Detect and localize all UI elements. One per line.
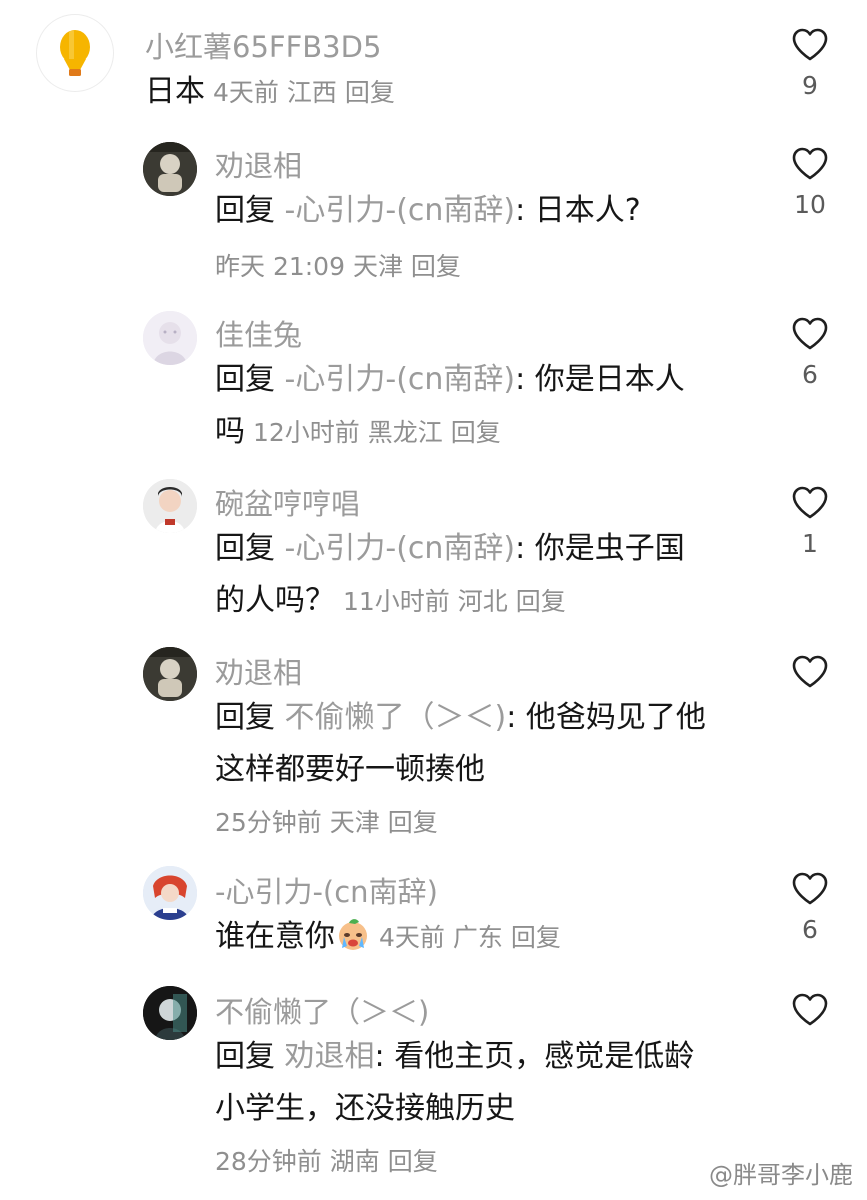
avatar-image bbox=[143, 479, 197, 533]
reply-button[interactable]: 回复 bbox=[511, 923, 561, 952]
watermark: @胖哥李小鹿 bbox=[709, 1161, 853, 1189]
reply-prefix: 回复 bbox=[215, 193, 275, 228]
comment-body: 回复 劝退相: 看他主页，感觉是低龄 小学生，还没接触历史 bbox=[215, 1031, 755, 1135]
avatar[interactable] bbox=[143, 866, 197, 920]
comment-meta: 11小时前 河北 回复 bbox=[343, 587, 566, 616]
comment-text: : 他爸妈见了他 bbox=[506, 700, 706, 735]
avatar-image bbox=[143, 311, 197, 365]
hot-air-balloon-icon bbox=[60, 30, 90, 76]
comment-username[interactable]: 不偷懒了（＞＜) bbox=[215, 989, 429, 1031]
comment-meta: 25分钟前 天津 回复 bbox=[215, 808, 438, 837]
comment-text-cont: 小学生，还没接触历史 bbox=[215, 1091, 515, 1126]
reply-button[interactable]: 回复 bbox=[451, 418, 501, 447]
avatar-image bbox=[143, 866, 197, 920]
like-button[interactable] bbox=[780, 654, 840, 698]
like-count: 1 bbox=[802, 529, 818, 558]
comment-text: : 看他主页，感觉是低龄 bbox=[374, 1039, 695, 1074]
comment-text: 谁在意你 bbox=[215, 919, 335, 954]
reply-prefix: 回复 bbox=[215, 1039, 275, 1074]
comment-text: : 你是日本人 bbox=[515, 362, 685, 397]
avatar-image bbox=[143, 986, 197, 1040]
comment-meta: 28分钟前 湖南 回复 bbox=[215, 1147, 438, 1176]
heart-outline-icon bbox=[792, 993, 828, 1026]
comment-meta: 4天前 江西 回复 bbox=[213, 78, 395, 107]
avatar-image bbox=[143, 647, 197, 701]
comment-body: 回复 -心引力-(cn南辞): 你是虫子国 的人吗？ 11小时前 河北 回复 bbox=[215, 523, 755, 628]
like-count: 9 bbox=[802, 71, 818, 100]
comment-meta: 4天前 广东 回复 bbox=[379, 923, 561, 952]
reply-button[interactable]: 回复 bbox=[388, 1147, 438, 1176]
reply-prefix: 回复 bbox=[215, 531, 275, 566]
comment-username[interactable]: 劝退相 bbox=[215, 143, 302, 185]
comment-username[interactable]: 佳佳兔 bbox=[215, 312, 302, 354]
comment-body: 回复 -心引力-(cn南辞): 你是日本人 吗 12小时前 黑龙江 回复 bbox=[215, 354, 755, 459]
reply-button[interactable]: 回复 bbox=[411, 252, 461, 281]
heart-outline-icon bbox=[792, 147, 828, 180]
avatar[interactable] bbox=[143, 986, 197, 1040]
avatar[interactable] bbox=[143, 311, 197, 365]
comment-text-cont: 吗 bbox=[215, 414, 245, 449]
like-count: 6 bbox=[802, 360, 818, 389]
heart-outline-icon bbox=[792, 655, 828, 688]
reply-button[interactable]: 回复 bbox=[388, 808, 438, 837]
like-button[interactable]: 10 bbox=[780, 146, 840, 219]
like-button[interactable]: 9 bbox=[780, 27, 840, 100]
avatar[interactable] bbox=[143, 142, 197, 196]
like-button[interactable] bbox=[780, 992, 840, 1036]
avatar[interactable] bbox=[36, 14, 114, 92]
comment-body: 日本 4天前 江西 回复 bbox=[145, 66, 395, 119]
comment-meta: 昨天 21:09 天津 回复 bbox=[215, 252, 461, 281]
comment-body: 谁在意你 4天前 广东 回复 bbox=[215, 911, 561, 964]
heart-outline-icon bbox=[792, 317, 828, 350]
avatar[interactable] bbox=[143, 479, 197, 533]
reply-target-username[interactable]: -心引力-(cn南辞) bbox=[285, 362, 516, 397]
like-count: 6 bbox=[802, 915, 818, 944]
comment-text: 日本 bbox=[145, 74, 205, 109]
heart-outline-icon bbox=[792, 28, 828, 61]
reply-target-username[interactable]: 不偷懒了（＞＜) bbox=[285, 700, 507, 735]
reply-target-username[interactable]: -心引力-(cn南辞) bbox=[285, 193, 516, 228]
reply-target-username[interactable]: -心引力-(cn南辞) bbox=[285, 531, 516, 566]
comment-text: : 日本人? bbox=[515, 193, 641, 228]
avatar-image bbox=[143, 142, 197, 196]
comment-username[interactable]: 劝退相 bbox=[215, 650, 302, 692]
like-button[interactable]: 1 bbox=[780, 485, 840, 558]
reply-prefix: 回复 bbox=[215, 362, 275, 397]
comment-text-cont: 的人吗？ bbox=[215, 583, 335, 618]
comment-username[interactable]: 小红薯65FFB3D5 bbox=[145, 24, 381, 66]
comment-username[interactable]: 碗盆哼哼唱 bbox=[215, 481, 360, 523]
heart-outline-icon bbox=[792, 486, 828, 519]
reply-target-username[interactable]: 劝退相 bbox=[285, 1039, 375, 1074]
crying-face-emoji bbox=[339, 919, 367, 950]
comment-body: 回复 不偷懒了（＞＜): 他爸妈见了他 这样都要好一顿揍他 bbox=[215, 692, 755, 796]
heart-outline-icon bbox=[792, 872, 828, 905]
comment-body: 回复 -心引力-(cn南辞): 日本人? bbox=[215, 185, 641, 237]
comment-text-cont: 这样都要好一顿揍他 bbox=[215, 752, 485, 787]
comment-meta: 12小时前 黑龙江 回复 bbox=[253, 418, 501, 447]
avatar[interactable] bbox=[143, 647, 197, 701]
like-button[interactable]: 6 bbox=[780, 316, 840, 389]
reply-button[interactable]: 回复 bbox=[516, 587, 566, 616]
comment-text: : 你是虫子国 bbox=[515, 531, 685, 566]
like-count: 10 bbox=[794, 190, 826, 219]
like-button[interactable]: 6 bbox=[780, 871, 840, 944]
reply-prefix: 回复 bbox=[215, 700, 275, 735]
comment-username[interactable]: -心引力-(cn南辞) bbox=[215, 869, 438, 911]
reply-button[interactable]: 回复 bbox=[345, 78, 395, 107]
